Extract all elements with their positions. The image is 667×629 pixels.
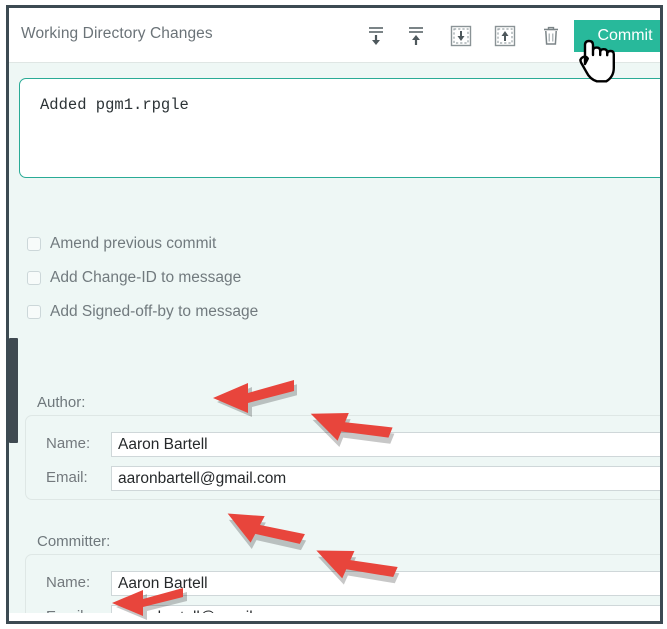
author-name-input[interactable] (111, 432, 660, 457)
unstage-selection-icon[interactable] (446, 21, 476, 51)
discard-changes-icon[interactable] (536, 21, 566, 51)
page-title: Working Directory Changes (21, 25, 213, 42)
checkbox-box-icon (27, 237, 41, 251)
dialog-footer-strip (9, 613, 660, 621)
author-section-label: Author: (37, 394, 86, 411)
author-email-input[interactable] (111, 466, 660, 491)
unstage-all-icon[interactable] (361, 21, 391, 51)
checkbox-amend-previous-commit[interactable]: Amend previous commit (27, 235, 216, 253)
commit-button[interactable]: Commit (574, 20, 660, 52)
author-email-label: Email: (46, 469, 88, 486)
dialog-header: Working Directory Changes Commit (9, 8, 660, 63)
committer-name-label: Name: (46, 574, 91, 591)
checkbox-label: Amend previous commit (50, 235, 217, 252)
commit-dialog-window: Working Directory Changes Commit Added p… (6, 5, 663, 624)
committer-name-row: Name: (26, 571, 660, 596)
checkbox-box-icon (27, 271, 41, 285)
checkbox-label: Add Signed-off-by to message (50, 303, 259, 320)
author-name-label: Name: (46, 435, 91, 452)
checkbox-box-icon (27, 305, 41, 319)
checkbox-add-signed-off-by[interactable]: Add Signed-off-by to message (27, 303, 258, 321)
dialog-body: Amend previous commit Add Change-ID to m… (9, 63, 660, 621)
vertical-scrollbar-thumb[interactable] (9, 338, 18, 443)
checkbox-label: Add Change-ID to message (50, 269, 242, 286)
commit-message-input[interactable] (19, 78, 660, 178)
author-name-row: Name: (26, 432, 660, 457)
stage-all-icon[interactable] (401, 21, 431, 51)
author-group: Name: Email: (25, 415, 660, 500)
committer-section-label: Committer: (37, 533, 111, 550)
author-email-row: Email: (26, 466, 660, 491)
committer-name-input[interactable] (111, 571, 660, 596)
checkbox-add-change-id[interactable]: Add Change-ID to message (27, 269, 241, 287)
stage-selection-icon[interactable] (490, 21, 520, 51)
screenshot-root: Working Directory Changes Commit Added p… (0, 0, 667, 629)
